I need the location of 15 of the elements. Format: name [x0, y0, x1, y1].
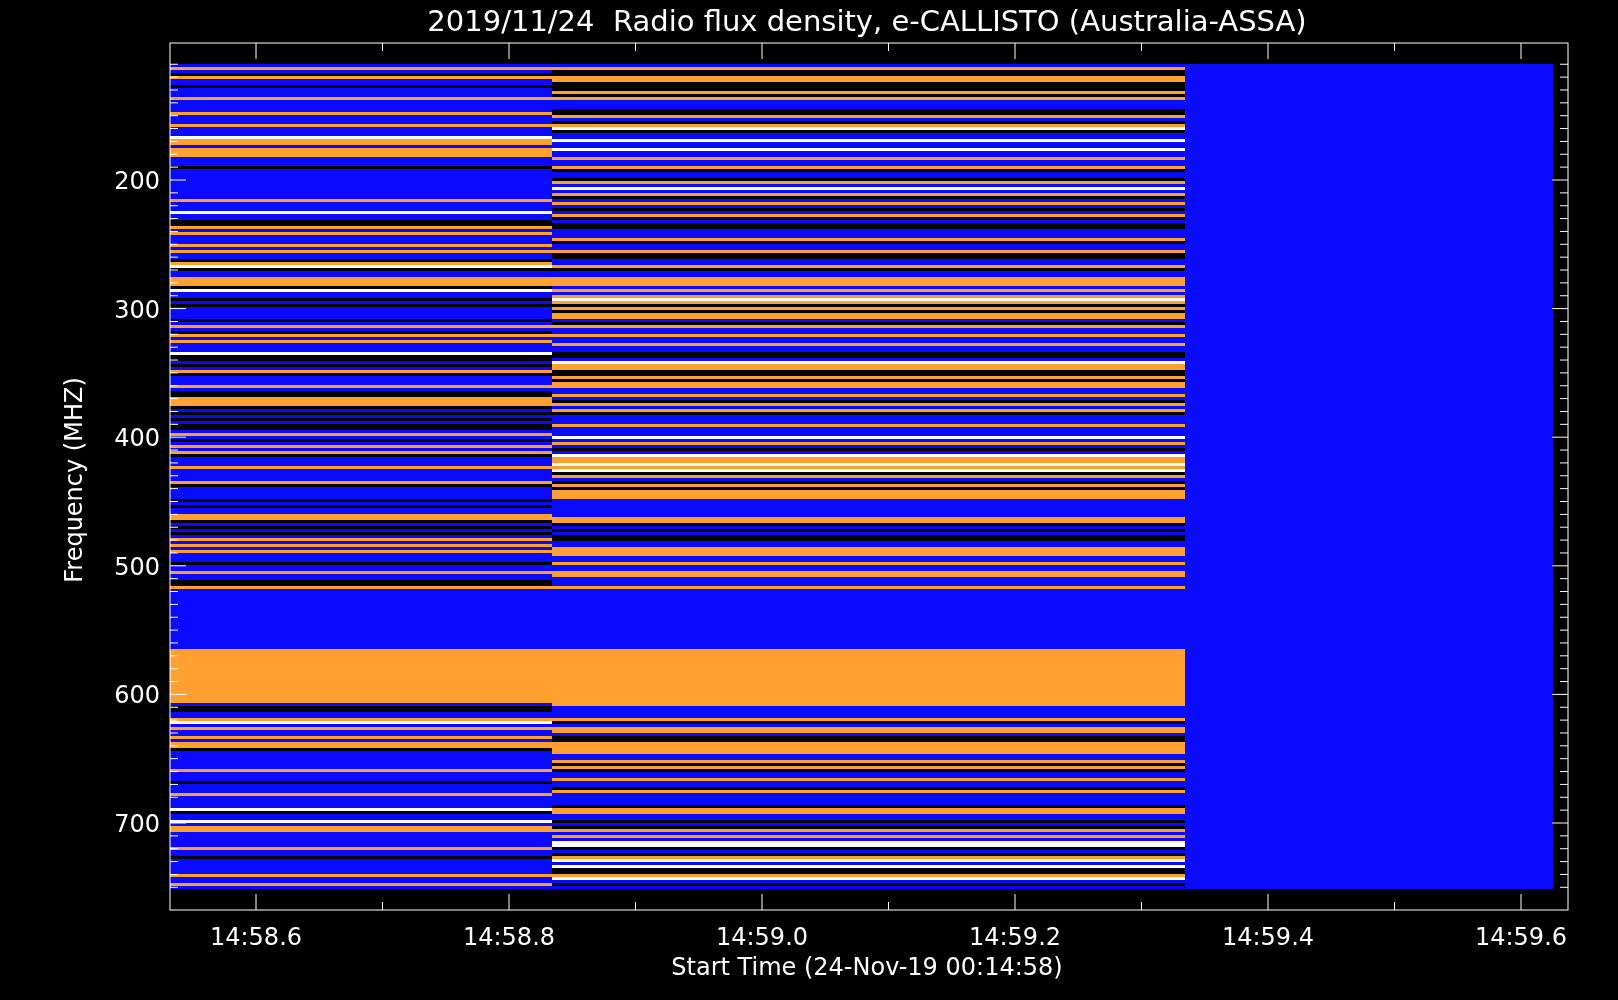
- y-tick-label: 300: [114, 295, 160, 324]
- x-tick-label: 14:58.6: [209, 923, 303, 951]
- x-axis-label: Start Time (24-Nov-19 00:14:58): [671, 953, 1063, 981]
- x-tick-label: 14:59.6: [1474, 923, 1568, 951]
- x-tick-label: 14:59.0: [715, 923, 809, 951]
- y-tick-label: 700: [114, 810, 160, 838]
- x-tick-label: 14:59.4: [1221, 923, 1315, 951]
- y-tick-label: 200: [114, 167, 160, 195]
- y-tick-label: 600: [114, 681, 160, 710]
- y-axis-label: Frequency (MHZ): [60, 377, 88, 583]
- chart-title: 2019/11/24 Radio flux density, e-CALLISTO (Australia-ASSA): [427, 4, 1307, 38]
- x-tick-label: 14:59.2: [968, 923, 1062, 951]
- x-tick-label: 14:58.8: [462, 923, 556, 951]
- y-tick-label: 500: [114, 552, 160, 581]
- y-tick-label: 400: [114, 424, 160, 453]
